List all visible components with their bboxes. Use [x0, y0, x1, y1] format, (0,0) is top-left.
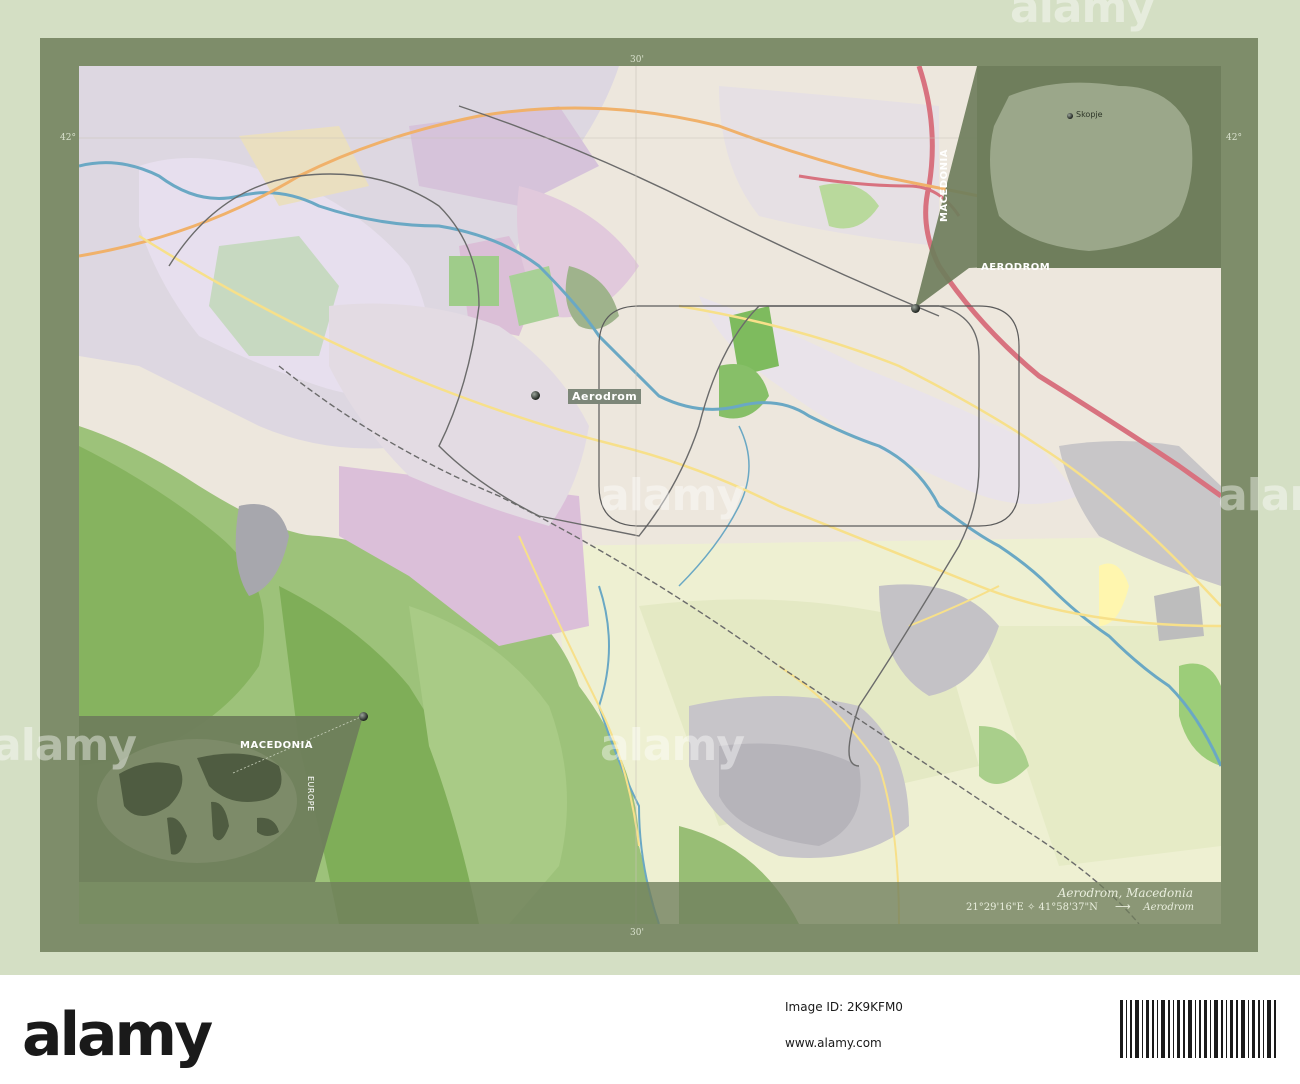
- map-footer-place: Aerodrom: [1143, 902, 1194, 913]
- inset-region-label: Aerodrom: [981, 262, 1051, 273]
- aerodrom-map-label: Aerodrom: [568, 389, 642, 404]
- watermark-right: alamy: [1218, 470, 1300, 521]
- inset-location-marker: [911, 304, 920, 313]
- skopje-inset-label: Skopje: [1076, 110, 1103, 119]
- stock-logo[interactable]: alamy: [22, 1000, 213, 1070]
- watermark-center: alamy: [600, 470, 745, 521]
- stock-url[interactable]: www.alamy.com: [785, 1036, 882, 1050]
- stock-image-id: Image ID: 2K9KFM0: [785, 1000, 903, 1014]
- world-inset-marker: [359, 712, 368, 721]
- map-footer-coordinates: 21°29'16"E ✧ 41°58'37"N: [966, 902, 1098, 913]
- map-footer-title: Aerodrom, Macedonia: [1057, 886, 1193, 900]
- world-continent-label: Europe: [306, 776, 315, 812]
- skopje-marker: [1067, 113, 1073, 119]
- tick-bottom-center: 30': [630, 928, 644, 938]
- barcode-icon: [1120, 1000, 1276, 1058]
- aerodrom-location-marker[interactable]: [531, 391, 540, 400]
- world-country-label: Macedonia: [240, 740, 313, 751]
- watermark-top-right: alamy: [1010, 0, 1155, 33]
- watermark-bottom: alamy: [600, 720, 745, 771]
- tick-left-lat: 42°: [60, 133, 76, 143]
- inset-country-label: Macedonia: [939, 149, 950, 222]
- watermark-left: alamy: [0, 720, 137, 771]
- tick-right-lat: 42°: [1226, 133, 1242, 143]
- tick-top-center: 30': [630, 55, 644, 65]
- arrow-right-icon: ⟶: [1115, 900, 1131, 913]
